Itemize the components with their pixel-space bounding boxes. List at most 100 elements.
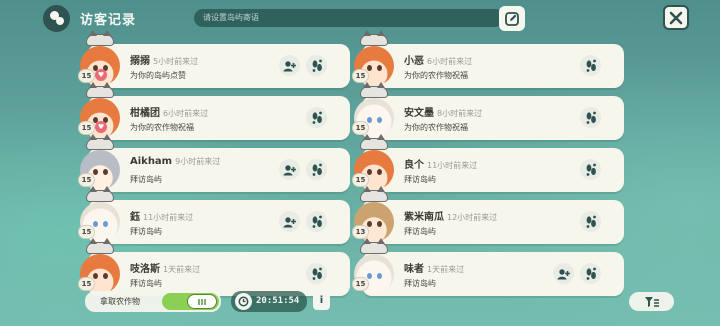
cat-hat-icon [360, 186, 388, 202]
level-badge: 15 [352, 277, 369, 291]
eye [103, 221, 108, 227]
visit-back-button[interactable] [580, 211, 601, 232]
add-friend-button[interactable] [279, 55, 300, 76]
level-badge: 15 [78, 173, 95, 187]
eye [377, 273, 382, 279]
level-badge: 15 [352, 69, 369, 83]
visitor-name[interactable]: Aikham [130, 156, 172, 167]
visit-action: 拜访岛屿 [130, 279, 162, 288]
visit-time: 12小时前来过 [447, 213, 498, 222]
visitor-name[interactable]: 味者 [404, 264, 424, 275]
eye [367, 117, 372, 123]
visitor-name-row: Aikham 9小时前来过 [130, 156, 220, 167]
add-friend-icon [283, 164, 296, 176]
add-friend-icon [557, 268, 570, 280]
visit-back-button[interactable] [580, 159, 601, 180]
visit-time: 5小时前来过 [153, 57, 199, 66]
level-badge: 15 [78, 69, 95, 83]
eye [93, 221, 98, 227]
visit-time: 1天前来过 [427, 265, 465, 274]
visitor-card: 15 鈺 11小时前来过拜访岛屿 [78, 186, 350, 244]
eye [377, 65, 382, 71]
avatar[interactable]: 15 [350, 30, 398, 88]
timer-text: 20:51:54 [256, 296, 300, 306]
footprint-icon [311, 163, 323, 177]
visit-back-button[interactable] [306, 263, 327, 284]
avatar[interactable]: 15 [350, 134, 398, 192]
harvest-toggle[interactable] [162, 293, 219, 310]
avatar[interactable]: 15 ♥ [76, 82, 124, 140]
add-friend-button[interactable] [279, 159, 300, 180]
visit-back-button[interactable] [580, 107, 601, 128]
eye [103, 169, 108, 175]
level-badge: 13 [352, 225, 369, 239]
visit-action: 拜访岛屿 [130, 227, 162, 236]
close-icon [669, 11, 683, 24]
footprint-icon [311, 111, 323, 125]
visitor-name-row: 安文墨 8小时前来过 [404, 104, 482, 119]
avatar[interactable]: 15 ♥ [76, 30, 124, 88]
eye [367, 169, 372, 175]
eye [377, 221, 382, 227]
footprint-icon [585, 111, 597, 125]
avatar[interactable]: 13 [350, 186, 398, 244]
visit-back-button[interactable] [580, 55, 601, 76]
eye [377, 169, 382, 175]
filter-button[interactable] [629, 292, 674, 311]
visit-action: 为你的农作物祝福 [404, 71, 468, 80]
add-friend-button[interactable] [553, 263, 574, 284]
visit-back-button[interactable] [306, 55, 327, 76]
visit-back-button[interactable] [580, 263, 601, 284]
eye [103, 273, 108, 279]
visit-time: 11小时前来过 [427, 161, 478, 170]
visitor-name-row: 味者 1天前来过 [404, 260, 464, 275]
visitor-card: 15 ♥ 柑橘团 6小时前来过 为你的农作物祝福 [78, 82, 350, 140]
avatar[interactable]: 15 [76, 186, 124, 244]
cat-hat-icon [360, 238, 388, 254]
visitor-name[interactable]: 吱洛斯 [130, 264, 160, 275]
visitor-name-row: 鈺 11小时前来过 [130, 208, 193, 223]
heart-icon: ♥ [95, 121, 107, 133]
island-message-input[interactable]: 请设置岛屿寄语 [194, 9, 504, 27]
visitor-name-row: 搦搦 5小时前来过 [130, 52, 198, 67]
add-friend-button[interactable] [279, 211, 300, 232]
visitor-card: 15 味者 1天前来过 拜访岛屿 [352, 238, 624, 296]
eye [93, 169, 98, 175]
visitor-name[interactable]: 良个 [404, 160, 424, 171]
footprint-icon [585, 163, 597, 177]
visitor-name[interactable]: 紫米南瓜 [404, 212, 444, 223]
visitor-name[interactable]: 柑橘团 [130, 108, 160, 119]
visitor-name-row: 紫米南瓜 12小时前来过 [404, 208, 497, 223]
avatar[interactable]: 15 [76, 238, 124, 296]
cat-hat-icon [86, 238, 114, 254]
visit-back-button[interactable] [306, 211, 327, 232]
eye [367, 221, 372, 227]
visit-time: 6小时前来过 [163, 109, 209, 118]
add-friend-icon [283, 60, 296, 72]
visit-back-button[interactable] [306, 107, 327, 128]
edit-message-button[interactable] [499, 6, 525, 31]
visit-action: 为你的农作物祝福 [404, 123, 468, 132]
info-button[interactable]: i [313, 292, 330, 310]
visitor-name[interactable]: 搦搦 [130, 56, 150, 67]
visitor-name[interactable]: 安文墨 [404, 108, 434, 119]
visitor-card: 15 吱洛斯 1天前来过拜访岛屿 [78, 238, 350, 296]
visitor-name[interactable]: 鈺 [130, 212, 140, 223]
avatar[interactable]: 15 [350, 82, 398, 140]
footprint-icon [311, 267, 323, 281]
filter-icon [644, 296, 659, 307]
footprint-icon [311, 215, 323, 229]
visit-back-button[interactable] [306, 159, 327, 180]
visitor-card: 15 安文墨 8小时前来过为你的农作物祝福 [352, 82, 624, 140]
visitor-card: 13 紫米南瓜 12小时前来过拜访岛屿 [352, 186, 624, 244]
visit-action: 拜访岛屿 [404, 227, 436, 236]
close-button[interactable] [663, 5, 689, 30]
visitor-name-row: 吱洛斯 1天前来过 [130, 260, 200, 275]
cat-hat-icon [86, 82, 114, 98]
avatar[interactable]: 15 [350, 238, 398, 296]
toggle-knob[interactable] [187, 294, 217, 309]
eye [367, 273, 372, 279]
avatar[interactable]: 15 [76, 134, 124, 192]
visitor-name[interactable]: 小恶 [404, 56, 424, 67]
cat-hat-icon [86, 30, 114, 46]
